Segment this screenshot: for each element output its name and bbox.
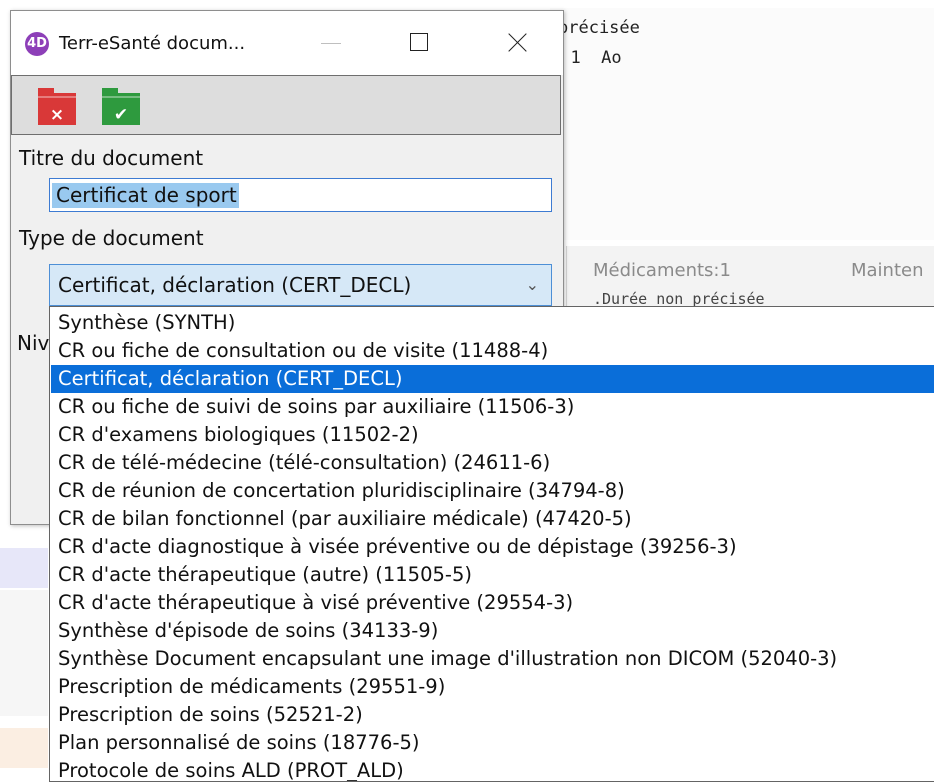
tab-medicaments[interactable]: Médicaments:1 (593, 260, 731, 281)
minimize-button[interactable] (309, 25, 353, 61)
background-row-strip (0, 728, 48, 768)
dropdown-option[interactable]: CR d'acte thérapeutique à visé préventiv… (51, 589, 934, 617)
close-button[interactable] (495, 25, 539, 61)
dropdown-option[interactable]: Prescription de médicaments (29551-9) (51, 673, 934, 701)
document-type-select[interactable]: Certificat, déclaration (CERT_DECL) ⌄ (49, 264, 552, 306)
title-bar[interactable]: 4D Terr-eSanté docum... (11, 11, 563, 75)
app-4d-icon: 4D (25, 32, 49, 56)
background-row-strip (0, 590, 48, 716)
folder-validate-icon: ✔ (102, 93, 140, 125)
document-type-dropdown-list[interactable]: Synthèse (SYNTH) CR ou fiche de consultat… (49, 306, 934, 782)
document-title-label: Titre du document (19, 146, 204, 170)
dropdown-option[interactable]: CR d'examens biologiques (11502-2) (51, 421, 934, 449)
background-tab-strip: Médicaments:1 Mainten .Durée non précisé… (566, 246, 934, 308)
validate-button[interactable]: ✔ (102, 88, 140, 126)
dropdown-option[interactable]: CR de télé-médecine (télé-consultation) … (51, 449, 934, 477)
dropdown-option[interactable]: Protocole de soins ALD (PROT_ALD) (51, 757, 934, 781)
niveau-label: Niv (17, 331, 50, 355)
dropdown-option[interactable]: Certificat, déclaration (CERT_DECL) (51, 365, 934, 393)
toolbar: × ✔ (11, 75, 561, 135)
dropdown-option[interactable]: CR d'acte diagnostique à visée préventiv… (51, 533, 934, 561)
dropdown-option[interactable]: CR ou fiche de consultation ou de visite… (51, 337, 934, 365)
dropdown-option[interactable]: Synthèse d'épisode de soins (34133-9) (51, 617, 934, 645)
dropdown-option[interactable]: CR d'acte thérapeutique (autre) (11505-5… (51, 561, 934, 589)
dropdown-option[interactable]: CR de réunion de concertation pluridisci… (51, 477, 934, 505)
cancel-button[interactable]: × (38, 88, 76, 126)
window-title: Terr-eSanté docum... (59, 33, 246, 54)
cancel-x-icon: × (49, 105, 65, 125)
dropdown-option[interactable]: Prescription de soins (52521-2) (51, 701, 934, 729)
dropdown-option[interactable]: CR de bilan fonctionnel (par auxiliaire … (51, 505, 934, 533)
dropdown-option[interactable]: Synthèse Document encapsulant une image … (51, 645, 934, 673)
checkmark-icon: ✔ (113, 105, 129, 125)
folder-cancel-icon: × (38, 93, 76, 125)
document-type-label: Type de document (19, 226, 204, 250)
dropdown-option[interactable]: Synthèse (SYNTH) (51, 309, 934, 337)
document-type-value: Certificat, déclaration (CERT_DECL) (58, 273, 412, 297)
document-title-value[interactable]: Certificat de sport (52, 183, 239, 208)
dropdown-option[interactable]: CR ou fiche de suivi de soins par auxili… (51, 393, 934, 421)
maximize-button[interactable] (397, 25, 441, 61)
background-text-area: précisée e 1 Ao (550, 8, 934, 240)
chevron-down-icon: ⌄ (525, 275, 539, 294)
background-text-line: précisée (558, 18, 640, 38)
dropdown-option[interactable]: Plan personnalisé de soins (18776-5) (51, 729, 934, 757)
tab-mainten[interactable]: Mainten (851, 260, 924, 281)
background-row-strip (0, 548, 48, 588)
